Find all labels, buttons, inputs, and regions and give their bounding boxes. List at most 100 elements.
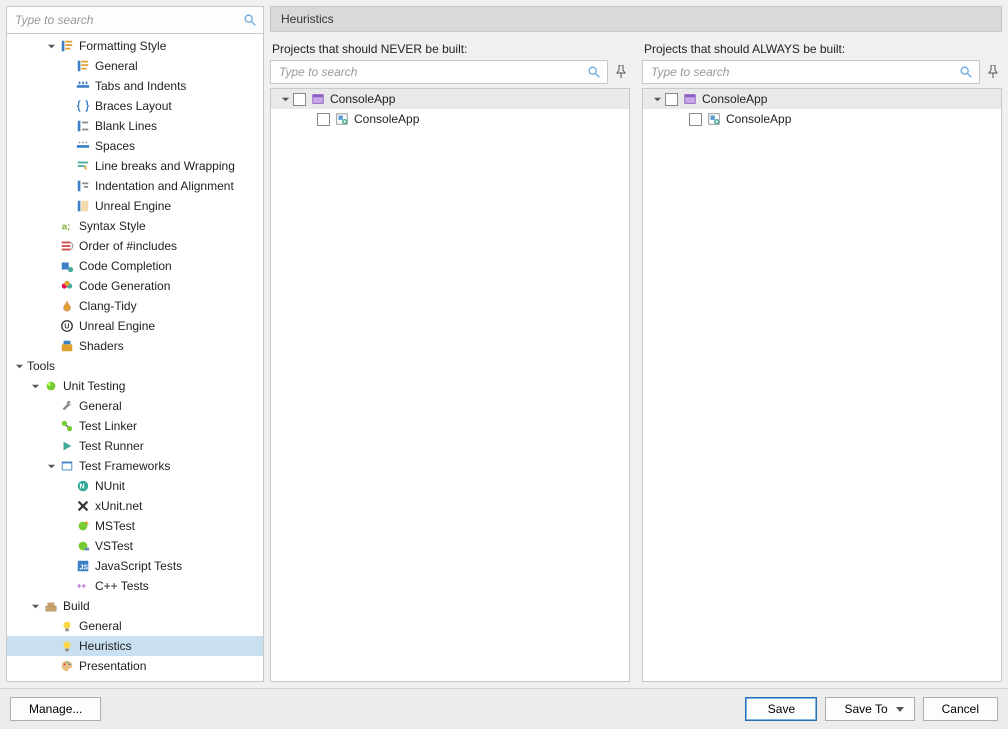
- tree-item-syntax-style[interactable]: a;Syntax Style: [7, 216, 263, 236]
- tree-item-tabs-and-indents[interactable]: Tabs and Indents: [7, 76, 263, 96]
- tree-item-presentation[interactable]: Presentation: [7, 656, 263, 676]
- tree-label: Shaders: [79, 336, 124, 356]
- tree-item-mstest[interactable]: MSTest: [7, 516, 263, 536]
- project-row[interactable]: ConsoleApp: [271, 89, 629, 109]
- expander-icon: [61, 200, 73, 212]
- expander-icon: [61, 100, 73, 112]
- expander-icon: [45, 300, 57, 312]
- tree-label: Unit Testing: [63, 376, 125, 396]
- always-build-panel: Projects that should ALWAYS be built: C: [642, 42, 1002, 682]
- tree-label: NUnit: [95, 476, 125, 496]
- never-project-tree[interactable]: ConsoleAppConsoleApp: [270, 88, 630, 682]
- expander-icon: [45, 260, 57, 272]
- tree-item-c-tests[interactable]: ++C++ Tests: [7, 576, 263, 596]
- expander-icon: [675, 113, 687, 125]
- search-icon: [959, 65, 973, 79]
- expander-icon[interactable]: [279, 93, 291, 105]
- expander-icon[interactable]: [29, 380, 41, 392]
- project-row[interactable]: ConsoleApp: [271, 109, 629, 129]
- palette-icon: [59, 658, 75, 674]
- expander-icon[interactable]: [45, 40, 57, 52]
- tree-item-general[interactable]: General: [7, 396, 263, 416]
- pin-button[interactable]: [612, 61, 630, 83]
- project-checkbox[interactable]: [689, 113, 702, 126]
- complete-icon: [59, 258, 75, 274]
- clang-icon: [59, 298, 75, 314]
- tree-item-unreal-engine[interactable]: UUnreal Engine: [7, 316, 263, 336]
- tree-item-test-frameworks[interactable]: Test Frameworks: [7, 456, 263, 476]
- pin-button[interactable]: [984, 61, 1002, 83]
- settings-tree[interactable]: Formatting StyleGeneralTabs and IndentsB…: [7, 34, 263, 678]
- tree-label: Unreal Engine: [79, 316, 155, 336]
- tree-item-indentation-and-alignment[interactable]: Indentation and Alignment: [7, 176, 263, 196]
- save-to-label: Save To: [844, 702, 887, 716]
- tree-item-test-linker[interactable]: Test Linker: [7, 416, 263, 436]
- expander-icon: [61, 160, 73, 172]
- svg-text:N: N: [80, 484, 85, 491]
- project-row[interactable]: ConsoleApp: [643, 109, 1001, 129]
- project-checkbox[interactable]: [293, 93, 306, 106]
- manage-button[interactable]: Manage...: [10, 697, 101, 721]
- tree-label: Formatting Style: [79, 36, 166, 56]
- expander-icon: [45, 320, 57, 332]
- expander-icon: [45, 220, 57, 232]
- tree-item-xunit-net[interactable]: xUnit.net: [7, 496, 263, 516]
- tree-item-code-completion[interactable]: Code Completion: [7, 256, 263, 276]
- tree-item-formatting-style[interactable]: Formatting Style: [7, 36, 263, 56]
- ball-icon: [43, 378, 59, 394]
- tree-item-line-breaks-and-wrapping[interactable]: Line breaks and Wrapping: [7, 156, 263, 176]
- tree-item-braces-layout[interactable]: Braces Layout: [7, 96, 263, 116]
- tree-item-blank-lines[interactable]: Blank Lines: [7, 116, 263, 136]
- tree-item-build[interactable]: Build: [7, 596, 263, 616]
- tree-label: General: [79, 396, 122, 416]
- tree-label: Braces Layout: [95, 96, 172, 116]
- tree-item-tools[interactable]: Tools: [7, 356, 263, 376]
- expander-icon: [61, 60, 73, 72]
- tree-item-general[interactable]: General: [7, 616, 263, 636]
- expander-icon[interactable]: [45, 460, 57, 472]
- project-checkbox[interactable]: [317, 113, 330, 126]
- expander-icon[interactable]: [651, 93, 663, 105]
- project-row[interactable]: ConsoleApp: [643, 89, 1001, 109]
- save-button[interactable]: Save: [745, 697, 817, 721]
- solution-icon: [682, 91, 698, 107]
- tree-label: Spaces: [95, 136, 135, 156]
- tree-item-shaders[interactable]: Shaders: [7, 336, 263, 356]
- always-search-input[interactable]: [643, 61, 979, 83]
- footer: Manage... Save Save To Cancel: [0, 688, 1008, 729]
- tree-item-test-runner[interactable]: Test Runner: [7, 436, 263, 456]
- bulb2-icon: [59, 618, 75, 634]
- save-to-button[interactable]: Save To: [825, 697, 914, 721]
- tree-label: Heuristics: [79, 636, 132, 656]
- tree-label: General: [95, 56, 138, 76]
- tree-item-unit-testing[interactable]: Unit Testing: [7, 376, 263, 396]
- expander-icon: [61, 500, 73, 512]
- tree-item-spaces[interactable]: Spaces: [7, 136, 263, 156]
- settings-sidebar: Formatting StyleGeneralTabs and IndentsB…: [6, 6, 264, 682]
- tree-label: Clang-Tidy: [79, 296, 137, 316]
- sidebar-search-input[interactable]: [7, 7, 263, 33]
- blank-icon: [75, 118, 91, 134]
- expander-icon: [61, 520, 73, 532]
- tree-item-code-generation[interactable]: Code Generation: [7, 276, 263, 296]
- tree-item-vstest[interactable]: VSTest: [7, 536, 263, 556]
- tree-item-general[interactable]: General: [7, 56, 263, 76]
- fmt-icon: [59, 38, 75, 54]
- tree-item-clang-tidy[interactable]: Clang-Tidy: [7, 296, 263, 316]
- project-checkbox[interactable]: [665, 93, 678, 106]
- tree-item-unreal-engine[interactable]: Unreal Engine: [7, 196, 263, 216]
- expander-icon[interactable]: [13, 360, 25, 372]
- never-search-input[interactable]: [271, 61, 607, 83]
- tree-item-javascript-tests[interactable]: JSJavaScript Tests: [7, 556, 263, 576]
- tree-label: Unreal Engine: [95, 196, 171, 216]
- expander-icon: [61, 180, 73, 192]
- tree-item-order-of-includes[interactable]: Order of #includes: [7, 236, 263, 256]
- tree-label: JavaScript Tests: [95, 556, 182, 576]
- tree-item-nunit[interactable]: N NUnit: [7, 476, 263, 496]
- expander-icon[interactable]: [29, 600, 41, 612]
- tree-item-heuristics[interactable]: Heuristics: [7, 636, 263, 656]
- expander-icon: [45, 400, 57, 412]
- cancel-button[interactable]: Cancel: [923, 697, 998, 721]
- always-build-label: Projects that should ALWAYS be built:: [642, 42, 1002, 56]
- always-project-tree[interactable]: ConsoleAppConsoleApp: [642, 88, 1002, 682]
